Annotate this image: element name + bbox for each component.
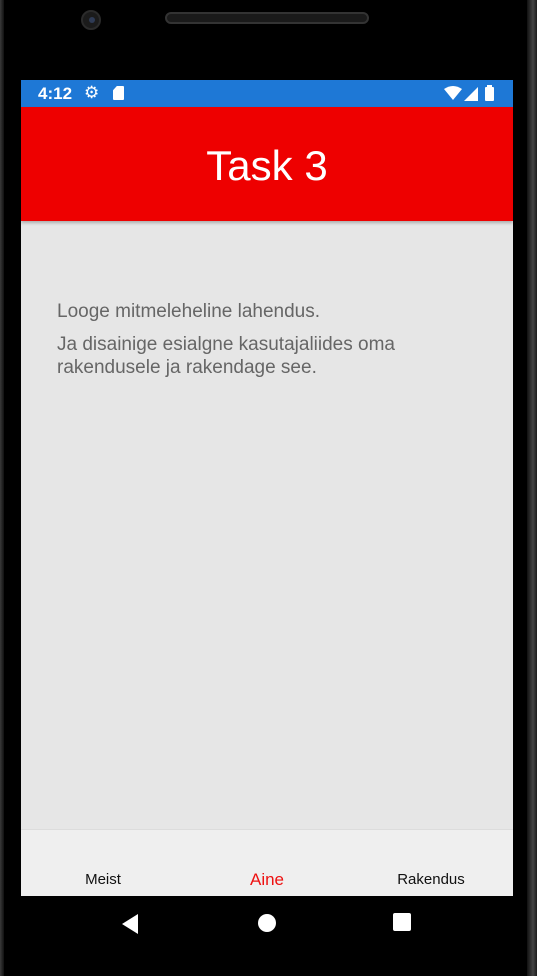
- front-camera: [81, 10, 101, 30]
- content-area: Looge mitmeleheline lahendus. Ja disaini…: [57, 300, 477, 389]
- gear-icon: ⚙: [84, 83, 100, 102]
- page-title: Task 3: [206, 142, 328, 189]
- description-line-1: Looge mitmeleheline lahendus.: [57, 301, 321, 322]
- battery-icon: [485, 87, 494, 101]
- system-navigation-bar: [21, 896, 513, 952]
- screen: 4:12 ⚙ Task 3 Looge mitmeleheline lahend…: [21, 80, 513, 896]
- description-line-2: Ja disainige esialgne kasutajaliides oma…: [57, 334, 395, 378]
- bezel-right: [527, 0, 537, 976]
- bottom-navigation: Meist Aine Rakendus: [21, 829, 513, 896]
- status-icons: [444, 85, 496, 102]
- bezel-left: [0, 0, 4, 976]
- wifi-icon: [444, 86, 462, 100]
- status-time: 4:12: [38, 84, 73, 103]
- earpiece-speaker: [165, 12, 369, 24]
- recents-icon[interactable]: [393, 913, 411, 936]
- phone-frame: 4:12 ⚙ Task 3 Looge mitmeleheline lahend…: [0, 0, 537, 976]
- tab-aine[interactable]: Aine: [185, 830, 349, 896]
- app-bar: Task 3: [21, 107, 513, 221]
- home-icon[interactable]: [257, 913, 277, 938]
- tab-meist[interactable]: Meist: [21, 830, 185, 896]
- tab-rakendus[interactable]: Rakendus: [349, 830, 513, 896]
- signal-icon: [464, 87, 478, 101]
- back-icon[interactable]: [120, 913, 140, 940]
- status-bar: 4:12 ⚙: [21, 80, 513, 107]
- sd-card-icon: [113, 86, 124, 100]
